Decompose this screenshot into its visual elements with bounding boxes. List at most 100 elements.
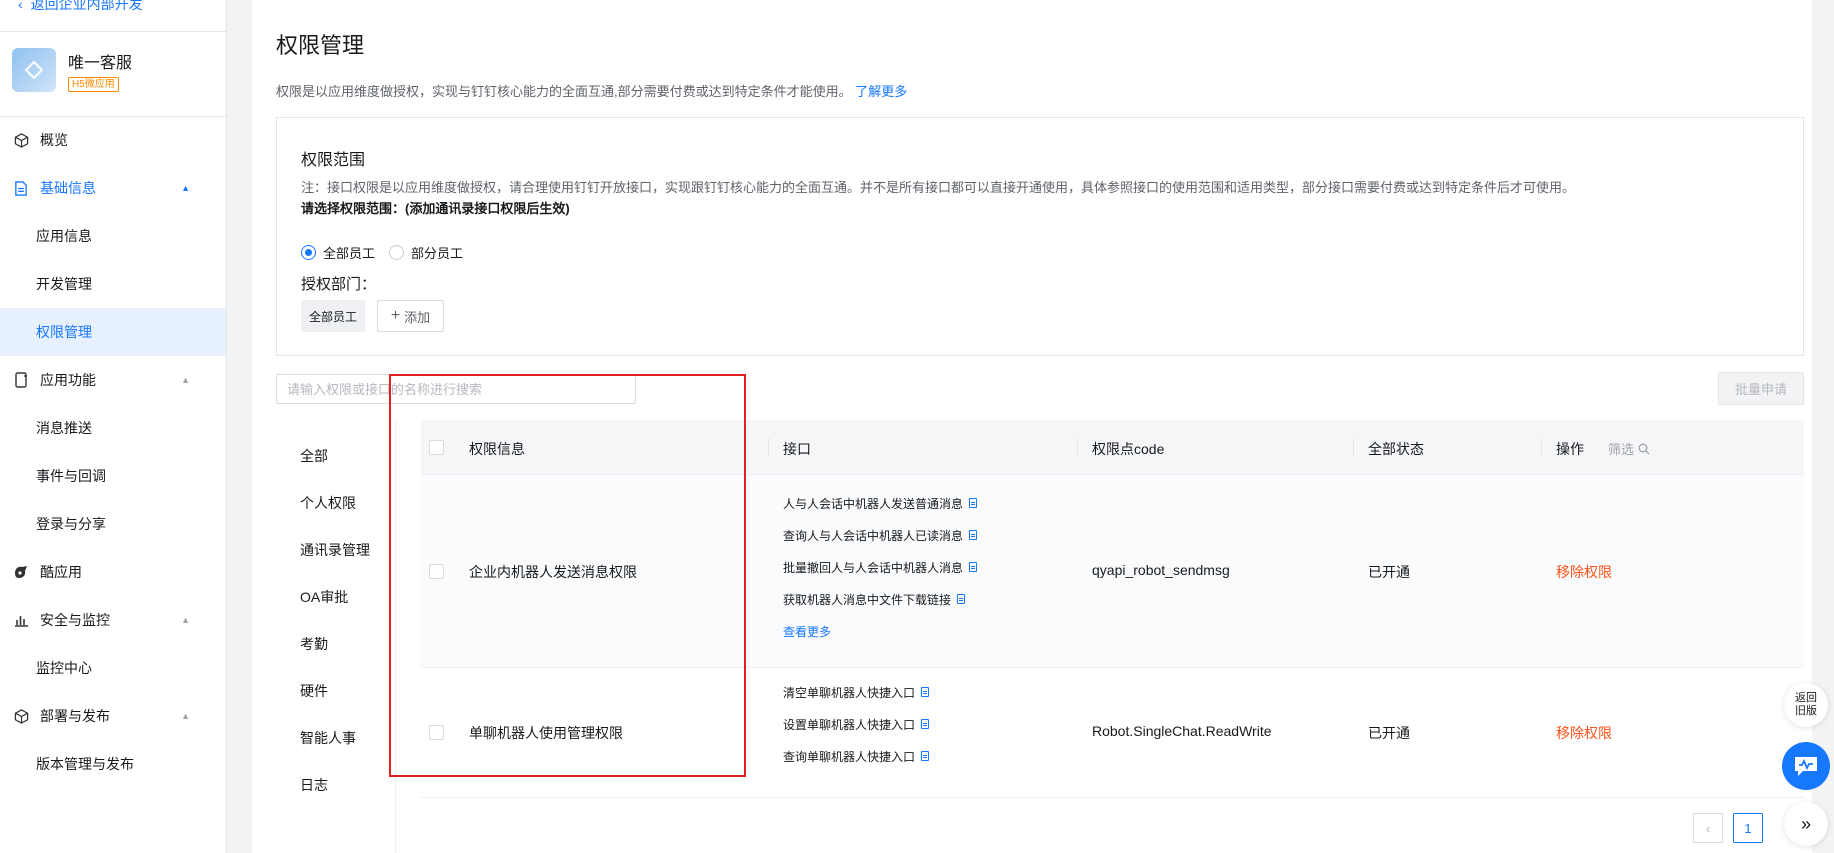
nav-dev-management[interactable]: 开发管理 bbox=[0, 260, 226, 308]
nav-label: 开发管理 bbox=[36, 276, 92, 292]
old-version-label: 返回旧版 bbox=[1795, 692, 1817, 717]
api-item[interactable]: 批量撤回人与人会话中机器人消息 bbox=[783, 551, 978, 583]
category-contacts[interactable]: 通讯录管理 bbox=[300, 540, 370, 560]
nav-app-features[interactable]: 应用功能 ▲ bbox=[0, 356, 226, 404]
table-row: 单聊机器人使用管理权限 清空单聊机器人快捷入口 设置单聊机器人快捷入口 查询单聊… bbox=[421, 668, 1804, 798]
scope-note: 注：接口权限是以应用维度做授权，请合理使用钉钉开放接口，实现跟钉钉核心能力的全面… bbox=[301, 180, 1576, 195]
nav-cool-app[interactable]: 酷应用 bbox=[0, 548, 226, 596]
doc-link-icon[interactable] bbox=[957, 594, 966, 604]
app-type-badge: H5微应用 bbox=[68, 76, 119, 92]
double-chevron-right-icon: » bbox=[1800, 813, 1811, 834]
api-item[interactable]: 获取机器人消息中文件下载链接 bbox=[783, 583, 977, 615]
sidebar: ‹ 返回企业内部开发 唯一客服 H5微应用 概览 基础信息 ▲ 应用信息 开发管… bbox=[0, 0, 227, 853]
nav-label: 酷应用 bbox=[40, 564, 82, 580]
chevron-left-icon: ‹ bbox=[18, 0, 23, 12]
batch-apply-button[interactable]: 批量申请 bbox=[1718, 372, 1804, 405]
doc-link-icon[interactable] bbox=[969, 562, 978, 572]
nav-label: 事件与回调 bbox=[36, 468, 106, 484]
back-label: 返回企业内部开发 bbox=[30, 0, 143, 12]
header-action: 操作 bbox=[1556, 441, 1584, 457]
category-hardware[interactable]: 硬件 bbox=[300, 681, 328, 701]
auth-dept-label: 授权部门： bbox=[301, 276, 377, 293]
prev-page-button[interactable]: ‹ bbox=[1693, 813, 1723, 843]
api-list: 清空单聊机器人快捷入口 设置单聊机器人快捷入口 查询单聊机器人快捷入口 bbox=[783, 676, 930, 772]
row-checkbox[interactable] bbox=[429, 564, 444, 579]
view-more-link[interactable]: 查看更多 bbox=[783, 615, 977, 647]
nav-label: 版本管理与发布 bbox=[36, 756, 134, 772]
remove-permission-link[interactable]: 移除权限 bbox=[1556, 562, 1612, 582]
main-content: 权限管理 权限是以应用维度做授权，实现与钉钉核心能力的全面互通,部分需要付费或达… bbox=[252, 0, 1812, 853]
nav-basic-info[interactable]: 基础信息 ▲ bbox=[0, 164, 226, 212]
permission-code: Robot.SingleChat.ReadWrite bbox=[1092, 723, 1272, 739]
assistant-bot-button[interactable] bbox=[1782, 742, 1830, 790]
doc-link-icon[interactable] bbox=[969, 530, 978, 540]
api-item[interactable]: 查询单聊机器人快捷入口 bbox=[783, 740, 930, 772]
nav-app-info[interactable]: 应用信息 bbox=[0, 212, 226, 260]
category-all[interactable]: 全部 bbox=[300, 446, 328, 466]
header-code: 权限点code bbox=[1092, 441, 1165, 457]
add-label: 添加 bbox=[404, 309, 431, 325]
return-old-version-button[interactable]: 返回旧版 bbox=[1784, 683, 1828, 727]
nav-version-management[interactable]: 版本管理与发布 bbox=[0, 740, 226, 788]
nav-permission-management[interactable]: 权限管理 bbox=[0, 308, 226, 356]
api-item[interactable]: 设置单聊机器人快捷入口 bbox=[783, 708, 930, 740]
learn-more-link[interactable]: 了解更多 bbox=[855, 84, 907, 99]
category-smart-hr[interactable]: 智能人事 bbox=[300, 728, 356, 748]
category-oa-approval[interactable]: OA审批 bbox=[300, 587, 348, 607]
doc-link-icon[interactable] bbox=[969, 498, 978, 508]
api-item[interactable]: 人与人会话中机器人发送普通消息 bbox=[783, 487, 978, 519]
api-name: 清空单聊机器人快捷入口 bbox=[783, 685, 916, 700]
radio-label: 全部员工 bbox=[323, 246, 376, 261]
api-name: 查询人与人会话中机器人已读消息 bbox=[783, 528, 964, 543]
nav-label: 监控中心 bbox=[36, 660, 92, 676]
doc-link-icon[interactable] bbox=[921, 751, 930, 761]
api-name: 批量撤回人与人会话中机器人消息 bbox=[783, 560, 964, 575]
select-all-checkbox[interactable] bbox=[429, 440, 444, 455]
nav-events-callbacks[interactable]: 事件与回调 bbox=[0, 452, 226, 500]
permission-search-input[interactable] bbox=[276, 374, 636, 404]
permission-name: 单聊机器人使用管理权限 bbox=[469, 725, 623, 741]
category-personal[interactable]: 个人权限 bbox=[300, 493, 356, 513]
header-status: 全部状态 bbox=[1368, 441, 1424, 457]
permission-status: 已开通 bbox=[1368, 564, 1410, 580]
cube-icon bbox=[13, 132, 29, 148]
nav-overview[interactable]: 概览 bbox=[0, 116, 226, 164]
nav-label: 部署与发布 bbox=[40, 708, 110, 724]
description-text: 权限是以应用维度做授权，实现与钉钉核心能力的全面互通,部分需要付费或达到特定条件… bbox=[276, 84, 852, 99]
row-checkbox[interactable] bbox=[429, 725, 444, 740]
scope-title: 权限范围 bbox=[301, 152, 366, 169]
nav-label: 安全与监控 bbox=[40, 612, 110, 628]
permission-code: qyapi_robot_sendmsg bbox=[1092, 562, 1230, 578]
caret-up-icon: ▲ bbox=[181, 711, 190, 721]
doc-link-icon[interactable] bbox=[921, 687, 930, 697]
nav-monitor-center[interactable]: 监控中心 bbox=[0, 644, 226, 692]
nav-login-share[interactable]: 登录与分享 bbox=[0, 500, 226, 548]
table-header: 权限信息 接口 权限点code 全部状态 筛选 操作 bbox=[421, 420, 1804, 475]
caret-up-icon: ▲ bbox=[181, 375, 190, 385]
nav-label: 应用信息 bbox=[36, 228, 92, 244]
permission-name: 企业内机器人发送消息权限 bbox=[469, 564, 637, 580]
add-dept-button[interactable]: + 添加 bbox=[377, 300, 444, 332]
radio-partial-employees[interactable]: 部分员工 bbox=[389, 243, 463, 262]
nav-message-push[interactable]: 消息推送 bbox=[0, 404, 226, 452]
search-icon bbox=[1638, 443, 1650, 454]
back-link[interactable]: ‹ 返回企业内部开发 bbox=[18, 0, 143, 14]
column-divider bbox=[1077, 438, 1078, 456]
nav-security-monitoring[interactable]: 安全与监控 ▲ bbox=[0, 596, 226, 644]
doc-link-icon[interactable] bbox=[921, 719, 930, 729]
nav-label: 权限管理 bbox=[36, 324, 92, 340]
remove-permission-link[interactable]: 移除权限 bbox=[1556, 723, 1612, 743]
category-log[interactable]: 日志 bbox=[300, 775, 328, 795]
header-info: 权限信息 bbox=[469, 441, 525, 457]
api-item[interactable]: 清空单聊机器人快捷入口 bbox=[783, 676, 930, 708]
category-attendance[interactable]: 考勤 bbox=[300, 634, 328, 654]
page-1-button[interactable]: 1 bbox=[1733, 813, 1763, 843]
nav-deploy-publish[interactable]: 部署与发布 ▲ bbox=[0, 692, 226, 740]
nav-label: 基础信息 bbox=[40, 180, 96, 196]
radio-all-employees[interactable]: 全部员工 bbox=[301, 243, 375, 262]
divider bbox=[0, 31, 226, 32]
status-filter[interactable]: 筛选 bbox=[1608, 439, 1650, 458]
expand-button[interactable]: » bbox=[1784, 802, 1828, 846]
bar-chart-icon bbox=[13, 612, 29, 628]
api-item[interactable]: 查询人与人会话中机器人已读消息 bbox=[783, 519, 978, 551]
